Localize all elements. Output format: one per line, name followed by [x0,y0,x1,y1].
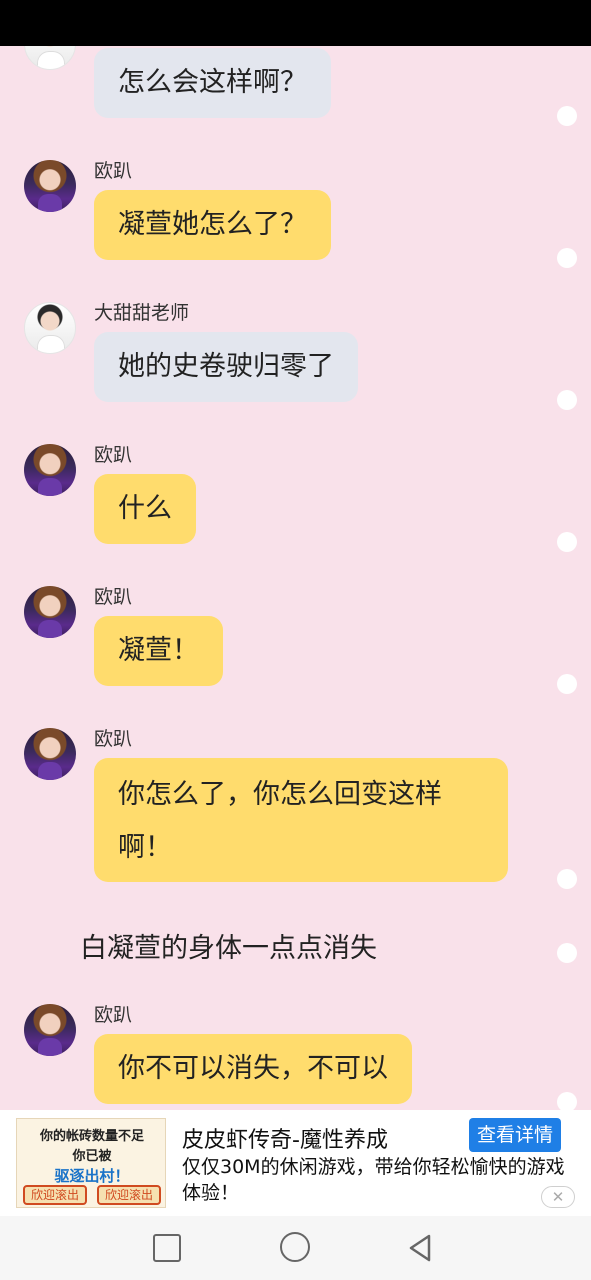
message-text-line: 啊！ [118,832,172,863]
avatar[interactable] [24,444,76,496]
sender-name: 欧趴 [94,1004,133,1026]
avatar[interactable] [24,728,76,780]
ad-description[interactable]: 仅仅30M的休闲游戏，带给你轻松愉快的游戏体验！ [182,1154,574,1206]
ad-banner[interactable]: 你的帐砖数量不足 你已被 驱逐出村！ 欣迎滚出 欣迎滚出 皮皮虾传奇-魔性养成 … [0,1110,591,1216]
indicator-dot [557,106,577,126]
message-bubble[interactable]: 凝萱！ [94,616,223,686]
message-bubble[interactable]: 你不可以消失，不可以 [94,1034,412,1104]
indicator-dot [557,390,577,410]
close-icon[interactable]: ✕ [541,1186,575,1208]
indicator-dot [557,1092,577,1110]
message-text: 她的史卷驶归零了 [118,351,334,382]
message-text: 怎么会这样啊？ [118,67,307,98]
indicator-dot [557,943,577,963]
message-text: 什么 [118,493,172,524]
sender-name: 欧趴 [94,586,133,608]
ad-image-text: 你已被 [72,1149,112,1164]
narration-text: 白凝萱的身体一点点消失 [80,933,377,964]
message-text: 你不可以消失，不可以 [118,1053,388,1084]
back-icon[interactable] [405,1232,437,1264]
home-icon[interactable] [280,1232,310,1262]
status-bar [0,0,591,46]
ad-details-button[interactable]: 查看详情 [469,1118,561,1152]
ad-image-text: 驱逐出村！ [54,1167,130,1185]
ad-image-button: 欣迎滚出 [23,1185,87,1205]
ad-image[interactable]: 你的帐砖数量不足 你已被 驱逐出村！ 欣迎滚出 欣迎滚出 [16,1118,166,1208]
avatar[interactable] [24,1004,76,1056]
message-bubble[interactable]: 你怎么了，你怎么回变这样 啊！ [94,758,508,882]
ad-image-text: 你的帐砖数量不足 [39,1129,144,1144]
avatar[interactable] [24,160,76,212]
indicator-dot [557,248,577,268]
navigation-bar [0,1216,591,1280]
indicator-dot [557,674,577,694]
indicator-dot [557,869,577,889]
message-text-line: 你怎么了，你怎么回变这样 [118,779,442,810]
avatar[interactable] [24,302,76,354]
sender-name: 大甜甜老师 [94,302,190,324]
sender-name: 欧趴 [94,160,133,182]
ad-title[interactable]: 皮皮虾传奇-魔性养成 [182,1122,388,1154]
sender-name: 欧趴 [94,444,133,466]
message-bubble[interactable]: 凝萱她怎么了？ [94,190,331,260]
message-bubble[interactable]: 她的史卷驶归零了 [94,332,358,402]
message-text: 凝萱她怎么了？ [118,209,307,240]
avatar[interactable] [24,586,76,638]
recent-apps-icon[interactable] [153,1234,181,1262]
message-bubble[interactable]: 什么 [94,474,196,544]
sender-name: 欧趴 [94,728,133,750]
message-bubble[interactable]: 怎么会这样啊？ [94,48,331,118]
avatar[interactable] [24,46,76,70]
ad-image-button: 欣迎滚出 [97,1185,161,1205]
chat-area[interactable]: 怎么会这样啊？ 欧趴 凝萱她怎么了？ 大甜甜老师 她的史卷驶归零了 欧趴 什么 … [0,46,591,1110]
message-text: 凝萱！ [118,635,199,666]
indicator-dot [557,532,577,552]
